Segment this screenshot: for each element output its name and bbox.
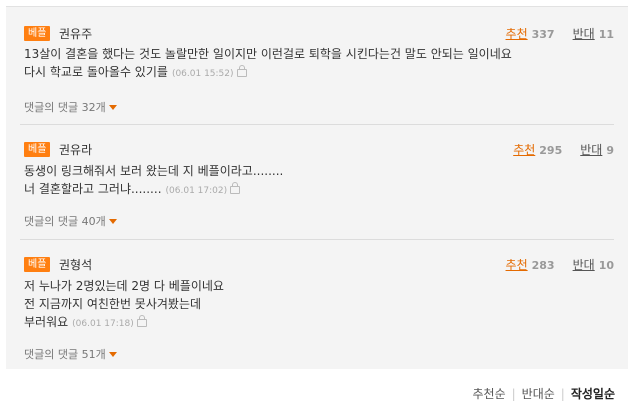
comment-item: 베플 권유라 추천 295 반대 9 동생이 링크해줘서 보러 왔는데 지 베플이라고… <box>20 124 614 240</box>
recommend-button[interactable]: 추천 <box>506 258 528 272</box>
comment-list: 베플 권유주 추천 337 반대 11 13살이 결혼을 했다는 것도 놀랄만한 일이… <box>6 6 628 369</box>
sort-divider: | <box>560 387 565 401</box>
sort-options: 추천순 | 반대순 | 작성일순 <box>472 386 615 402</box>
comment-author[interactable]: 권형석 <box>59 256 92 274</box>
lock-icon <box>236 65 247 77</box>
vote-controls: 추천 283 반대 10 <box>506 256 614 275</box>
replies-count: 댓글의 댓글 40개 <box>24 215 106 228</box>
replies-count: 댓글의 댓글 32개 <box>24 101 106 114</box>
sort-by-oppose[interactable]: 반대순 <box>522 387 555 401</box>
oppose-count: 10 <box>598 259 614 272</box>
comment-timestamp: (06.01 17:02) <box>165 186 228 196</box>
recommend-count: 283 <box>531 259 555 272</box>
recommend-button[interactable]: 추천 <box>506 27 528 41</box>
sort-by-recommend[interactable]: 추천순 <box>472 387 505 401</box>
comment-body: 저 누나가 2명있는데 2명 다 베플이네요 전 지금까지 여친한번 못사겨봤는… <box>24 277 604 333</box>
recommend-count: 337 <box>531 28 555 41</box>
comment-line: 전 지금까지 여친한번 못사겨봤는데 <box>24 297 202 311</box>
vote-controls: 추천 337 반대 11 <box>506 25 614 44</box>
comment-line: 동생이 링크해줘서 보러 왔는데 지 베플이라고........ <box>24 164 284 178</box>
best-comment-badge: 베플 <box>24 26 51 41</box>
comment-author[interactable]: 권유주 <box>59 25 92 43</box>
sort-by-date[interactable]: 작성일순 <box>571 387 615 401</box>
recommend-button[interactable]: 추천 <box>513 143 535 157</box>
oppose-count: 9 <box>606 144 614 157</box>
comment-header: 베플 권유라 추천 295 반대 9 <box>20 142 614 162</box>
best-comment-badge: 베플 <box>24 257 51 272</box>
comment-item: 베플 권형석 추천 283 반대 10 저 누나가 2명있는데 2명 다 베플이네요 … <box>20 239 614 365</box>
oppose-button[interactable]: 반대 <box>573 258 595 272</box>
comment-line-text: 다시 학교로 돌아올수 있기를 <box>24 65 168 79</box>
comment-timestamp: (06.01 15:52) <box>171 69 234 79</box>
caret-down-icon <box>108 219 117 224</box>
comment-line: 너 결혼할라고 그러냐........ (06.01 17:02) <box>24 180 604 200</box>
comment-author[interactable]: 권유라 <box>59 141 92 159</box>
lock-icon <box>136 315 147 327</box>
best-comment-badge: 베플 <box>24 142 51 157</box>
replies-toggle[interactable]: 댓글의 댓글 51개 <box>24 347 117 363</box>
comment-line-text: 너 결혼할라고 그러냐........ <box>24 182 162 196</box>
caret-down-icon <box>108 352 117 357</box>
comment-line: 저 누나가 2명있는데 2명 다 베플이네요 <box>24 279 224 293</box>
comment-item: 베플 권유주 추천 337 반대 11 13살이 결혼을 했다는 것도 놀랄만한 일이… <box>20 26 614 126</box>
comment-header: 베플 권유주 추천 337 반대 11 <box>20 26 614 46</box>
oppose-button[interactable]: 반대 <box>580 143 602 157</box>
lock-icon <box>230 182 241 194</box>
comment-line: 13살이 결혼을 했다는 것도 놀랄만한 일이지만 이런걸로 퇴학을 시킨다는건… <box>24 47 512 61</box>
comment-body: 동생이 링크해줘서 보러 왔는데 지 베플이라고........ 너 결혼할라고… <box>24 162 604 200</box>
sort-divider: | <box>511 387 516 401</box>
oppose-button[interactable]: 반대 <box>573 27 595 41</box>
replies-count: 댓글의 댓글 51개 <box>24 348 106 361</box>
comment-body: 13살이 결혼을 했다는 것도 놀랄만한 일이지만 이런걸로 퇴학을 시킨다는건… <box>24 45 604 83</box>
comment-line-text: 부러워요 <box>24 315 69 329</box>
replies-toggle[interactable]: 댓글의 댓글 40개 <box>24 214 117 230</box>
comment-header: 베플 권형석 추천 283 반대 10 <box>20 257 614 277</box>
recommend-count: 295 <box>539 144 563 157</box>
comment-line: 다시 학교로 돌아올수 있기를 (06.01 15:52) <box>24 63 604 83</box>
comment-timestamp: (06.01 17:18) <box>72 319 134 329</box>
comment-line: 부러워요 (06.01 17:18) <box>24 313 604 333</box>
oppose-count: 11 <box>598 28 614 41</box>
replies-toggle[interactable]: 댓글의 댓글 32개 <box>24 100 117 116</box>
caret-down-icon <box>108 105 117 110</box>
vote-controls: 추천 295 반대 9 <box>513 141 614 160</box>
